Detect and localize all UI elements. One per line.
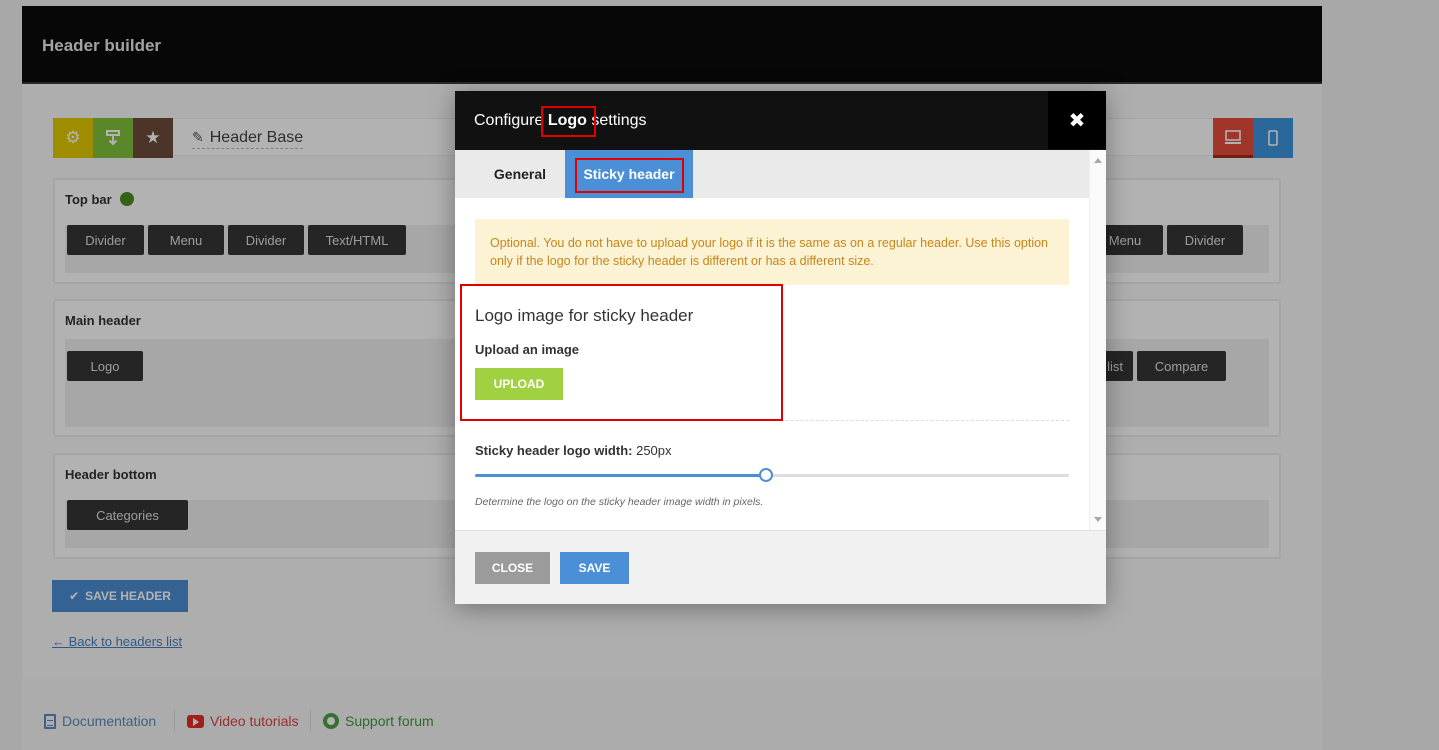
upload-button[interactable]: UPLOAD [475,368,563,400]
upload-image-label: Upload an image [475,342,580,357]
modal-scrollbar[interactable] [1089,150,1106,530]
tab-general[interactable]: General [475,150,565,198]
logo-width-slider[interactable] [475,468,1069,482]
modal-title: Configure Logo settings [474,112,647,129]
modal-tabs: General Sticky header [455,150,1089,198]
modal-header: Configure Logo settings ✖ [455,91,1106,150]
close-icon: ✖ [1068,109,1086,132]
optional-notice: Optional. You do not have to upload your… [475,219,1069,285]
tab-sticky-header[interactable]: Sticky header [565,150,693,198]
slider-handle[interactable] [759,468,774,482]
logo-field-title: Logo image for sticky header [475,306,694,325]
slider-fill [475,474,767,477]
field-divider [475,420,1069,421]
close-button[interactable]: CLOSE [475,552,550,584]
scroll-up-arrow-icon[interactable] [1094,158,1102,163]
save-button[interactable]: SAVE [560,552,629,584]
modal-close-button[interactable]: ✖ [1048,91,1106,149]
logo-width-label: Sticky header logo width: 250px [475,443,672,458]
logo-width-help: Determine the logo on the sticky header … [475,496,764,508]
scroll-down-arrow-icon[interactable] [1094,517,1102,522]
modal-content: Optional. You do not have to upload your… [455,198,1089,530]
modal-footer: CLOSE SAVE [455,530,1106,604]
logo-width-value: 250px [636,443,672,458]
configure-logo-modal: Configure Logo settings ✖ General Sticky… [455,91,1106,604]
